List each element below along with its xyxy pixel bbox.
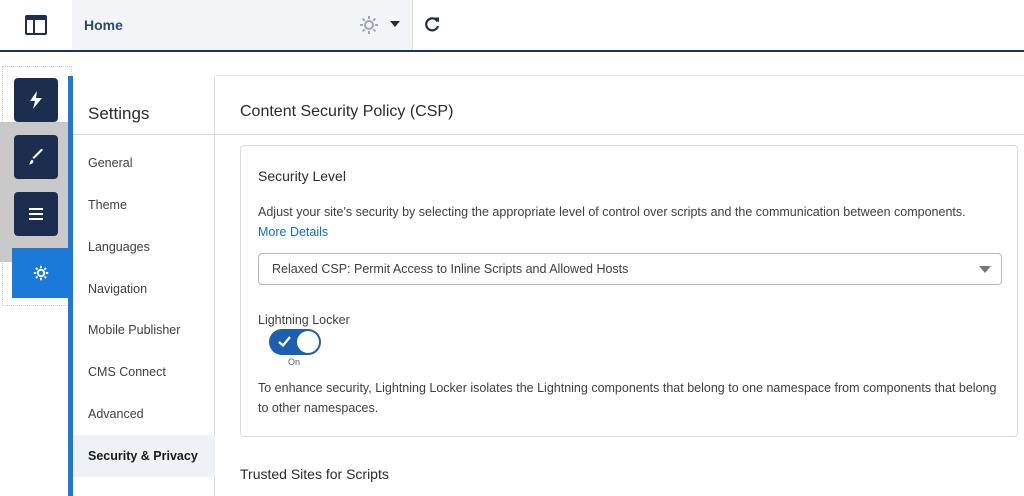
app-launcher-button[interactable] [0, 0, 73, 50]
settings-nav-general[interactable]: General [88, 156, 132, 170]
security-level-text: Adjust your site's security by selecting… [258, 205, 966, 219]
settings-nav-mobile-publisher[interactable]: Mobile Publisher [88, 323, 180, 337]
more-details-link[interactable]: More Details [258, 225, 328, 239]
caret-down-icon[interactable] [390, 21, 400, 27]
gear-icon [33, 265, 49, 281]
paintbrush-icon [29, 149, 43, 165]
lightning-locker-label: Lightning Locker [258, 313, 350, 327]
gear-icon[interactable] [359, 15, 379, 35]
rail-theme-button[interactable] [14, 135, 58, 179]
settings-title: Settings [88, 104, 150, 123]
page-title: Content Security Policy (CSP) [240, 103, 454, 120]
lightning-icon [30, 91, 42, 109]
divider [215, 75, 1024, 76]
security-level-heading: Security Level [258, 168, 346, 184]
page-selector[interactable]: Home [72, 0, 413, 50]
caret-down-icon [979, 266, 991, 273]
layout-icon [25, 15, 47, 35]
toggle-knob [297, 331, 319, 353]
lightning-locker-description: To enhance security, Lightning Locker is… [258, 381, 997, 415]
check-icon [278, 336, 291, 347]
rail-settings-button[interactable] [12, 248, 70, 298]
page-title: Home [84, 17, 123, 33]
divider [73, 134, 215, 135]
settings-nav-languages[interactable]: Languages [88, 240, 150, 254]
settings-nav-advanced[interactable]: Advanced [88, 407, 144, 421]
settings-panel: Settings General Theme Languages Navigat… [68, 76, 215, 496]
security-level-select[interactable]: Relaxed CSP: Permit Access to Inline Scr… [258, 253, 1002, 285]
list-icon [29, 208, 43, 220]
toggle-state-label: On [288, 357, 301, 367]
refresh-icon[interactable] [423, 15, 441, 33]
settings-nav-theme[interactable]: Theme [88, 198, 127, 212]
rail-pages-button[interactable] [14, 192, 58, 236]
rail-components-button[interactable] [14, 78, 58, 122]
trusted-sites-heading: Trusted Sites for Scripts [240, 466, 389, 482]
divider [215, 134, 1024, 135]
security-card: Security Level Adjust your site's securi… [240, 145, 1018, 437]
security-level-selected-value: Relaxed CSP: Permit Access to Inline Scr… [272, 262, 629, 276]
security-level-description: Adjust your site's security by selecting… [258, 202, 978, 242]
settings-nav-security-privacy[interactable]: Security & Privacy [73, 435, 215, 477]
lightning-locker-toggle[interactable] [269, 329, 321, 355]
settings-nav-cms-connect[interactable]: CMS Connect [88, 365, 166, 379]
top-bar: Home [0, 0, 1024, 52]
settings-nav-navigation[interactable]: Navigation [88, 282, 147, 296]
